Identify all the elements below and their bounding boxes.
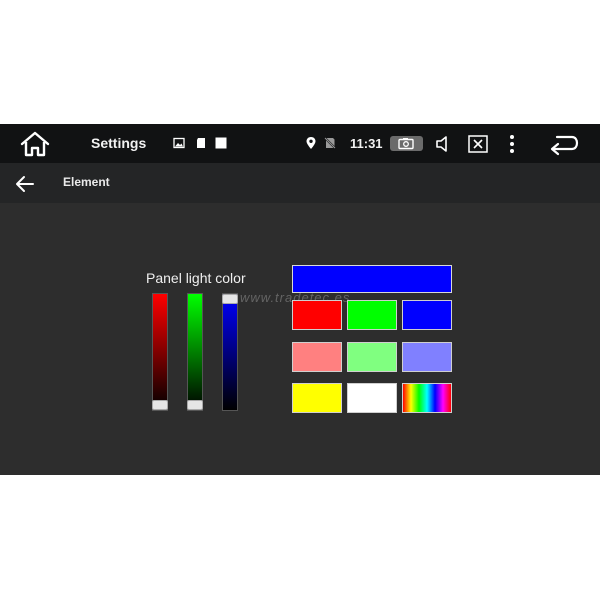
close-box-icon[interactable] — [466, 132, 490, 156]
image-icon — [173, 137, 185, 149]
status-bar: Settings 11:31 — [0, 124, 600, 163]
swatch-green[interactable] — [347, 300, 397, 330]
red-slider[interactable] — [152, 293, 168, 411]
swatch-light-blue[interactable] — [402, 342, 452, 372]
page-title: Element — [63, 175, 110, 189]
green-slider-thumb[interactable] — [187, 400, 203, 410]
swatch-light-red[interactable] — [292, 342, 342, 372]
swatch-light-green[interactable] — [347, 342, 397, 372]
head-unit-screen: Settings 11:31 Element Panel light color… — [0, 124, 600, 475]
blue-slider-thumb[interactable] — [222, 294, 238, 304]
clock: 11:31 — [350, 136, 383, 151]
camera-icon[interactable] — [389, 135, 424, 152]
swatch-white[interactable] — [347, 383, 397, 413]
red-slider-thumb[interactable] — [152, 400, 168, 410]
swatch-yellow[interactable] — [292, 383, 342, 413]
green-slider[interactable] — [187, 293, 203, 411]
back-arrow-icon[interactable] — [548, 131, 580, 157]
color-preview — [292, 265, 452, 293]
sd-card-icon — [197, 138, 205, 148]
square-icon — [215, 137, 227, 149]
arrow-left-icon[interactable] — [12, 171, 38, 197]
home-icon[interactable] — [18, 130, 52, 158]
page-background — [0, 475, 600, 600]
location-icon — [306, 137, 316, 149]
blue-slider[interactable] — [222, 293, 238, 411]
swatch-red[interactable] — [292, 300, 342, 330]
app-bar: Element — [0, 163, 600, 203]
app-title: Settings — [91, 135, 147, 151]
panel-light-label: Panel light color — [146, 270, 246, 286]
panel-light-color-section: Panel light color www.tradetec.es — [0, 203, 600, 475]
swatch-blue[interactable] — [402, 300, 452, 330]
more-vert-icon[interactable] — [500, 132, 524, 156]
swatch-rainbow[interactable] — [402, 383, 452, 413]
volume-icon[interactable] — [432, 132, 456, 156]
no-sim-icon — [324, 137, 336, 149]
